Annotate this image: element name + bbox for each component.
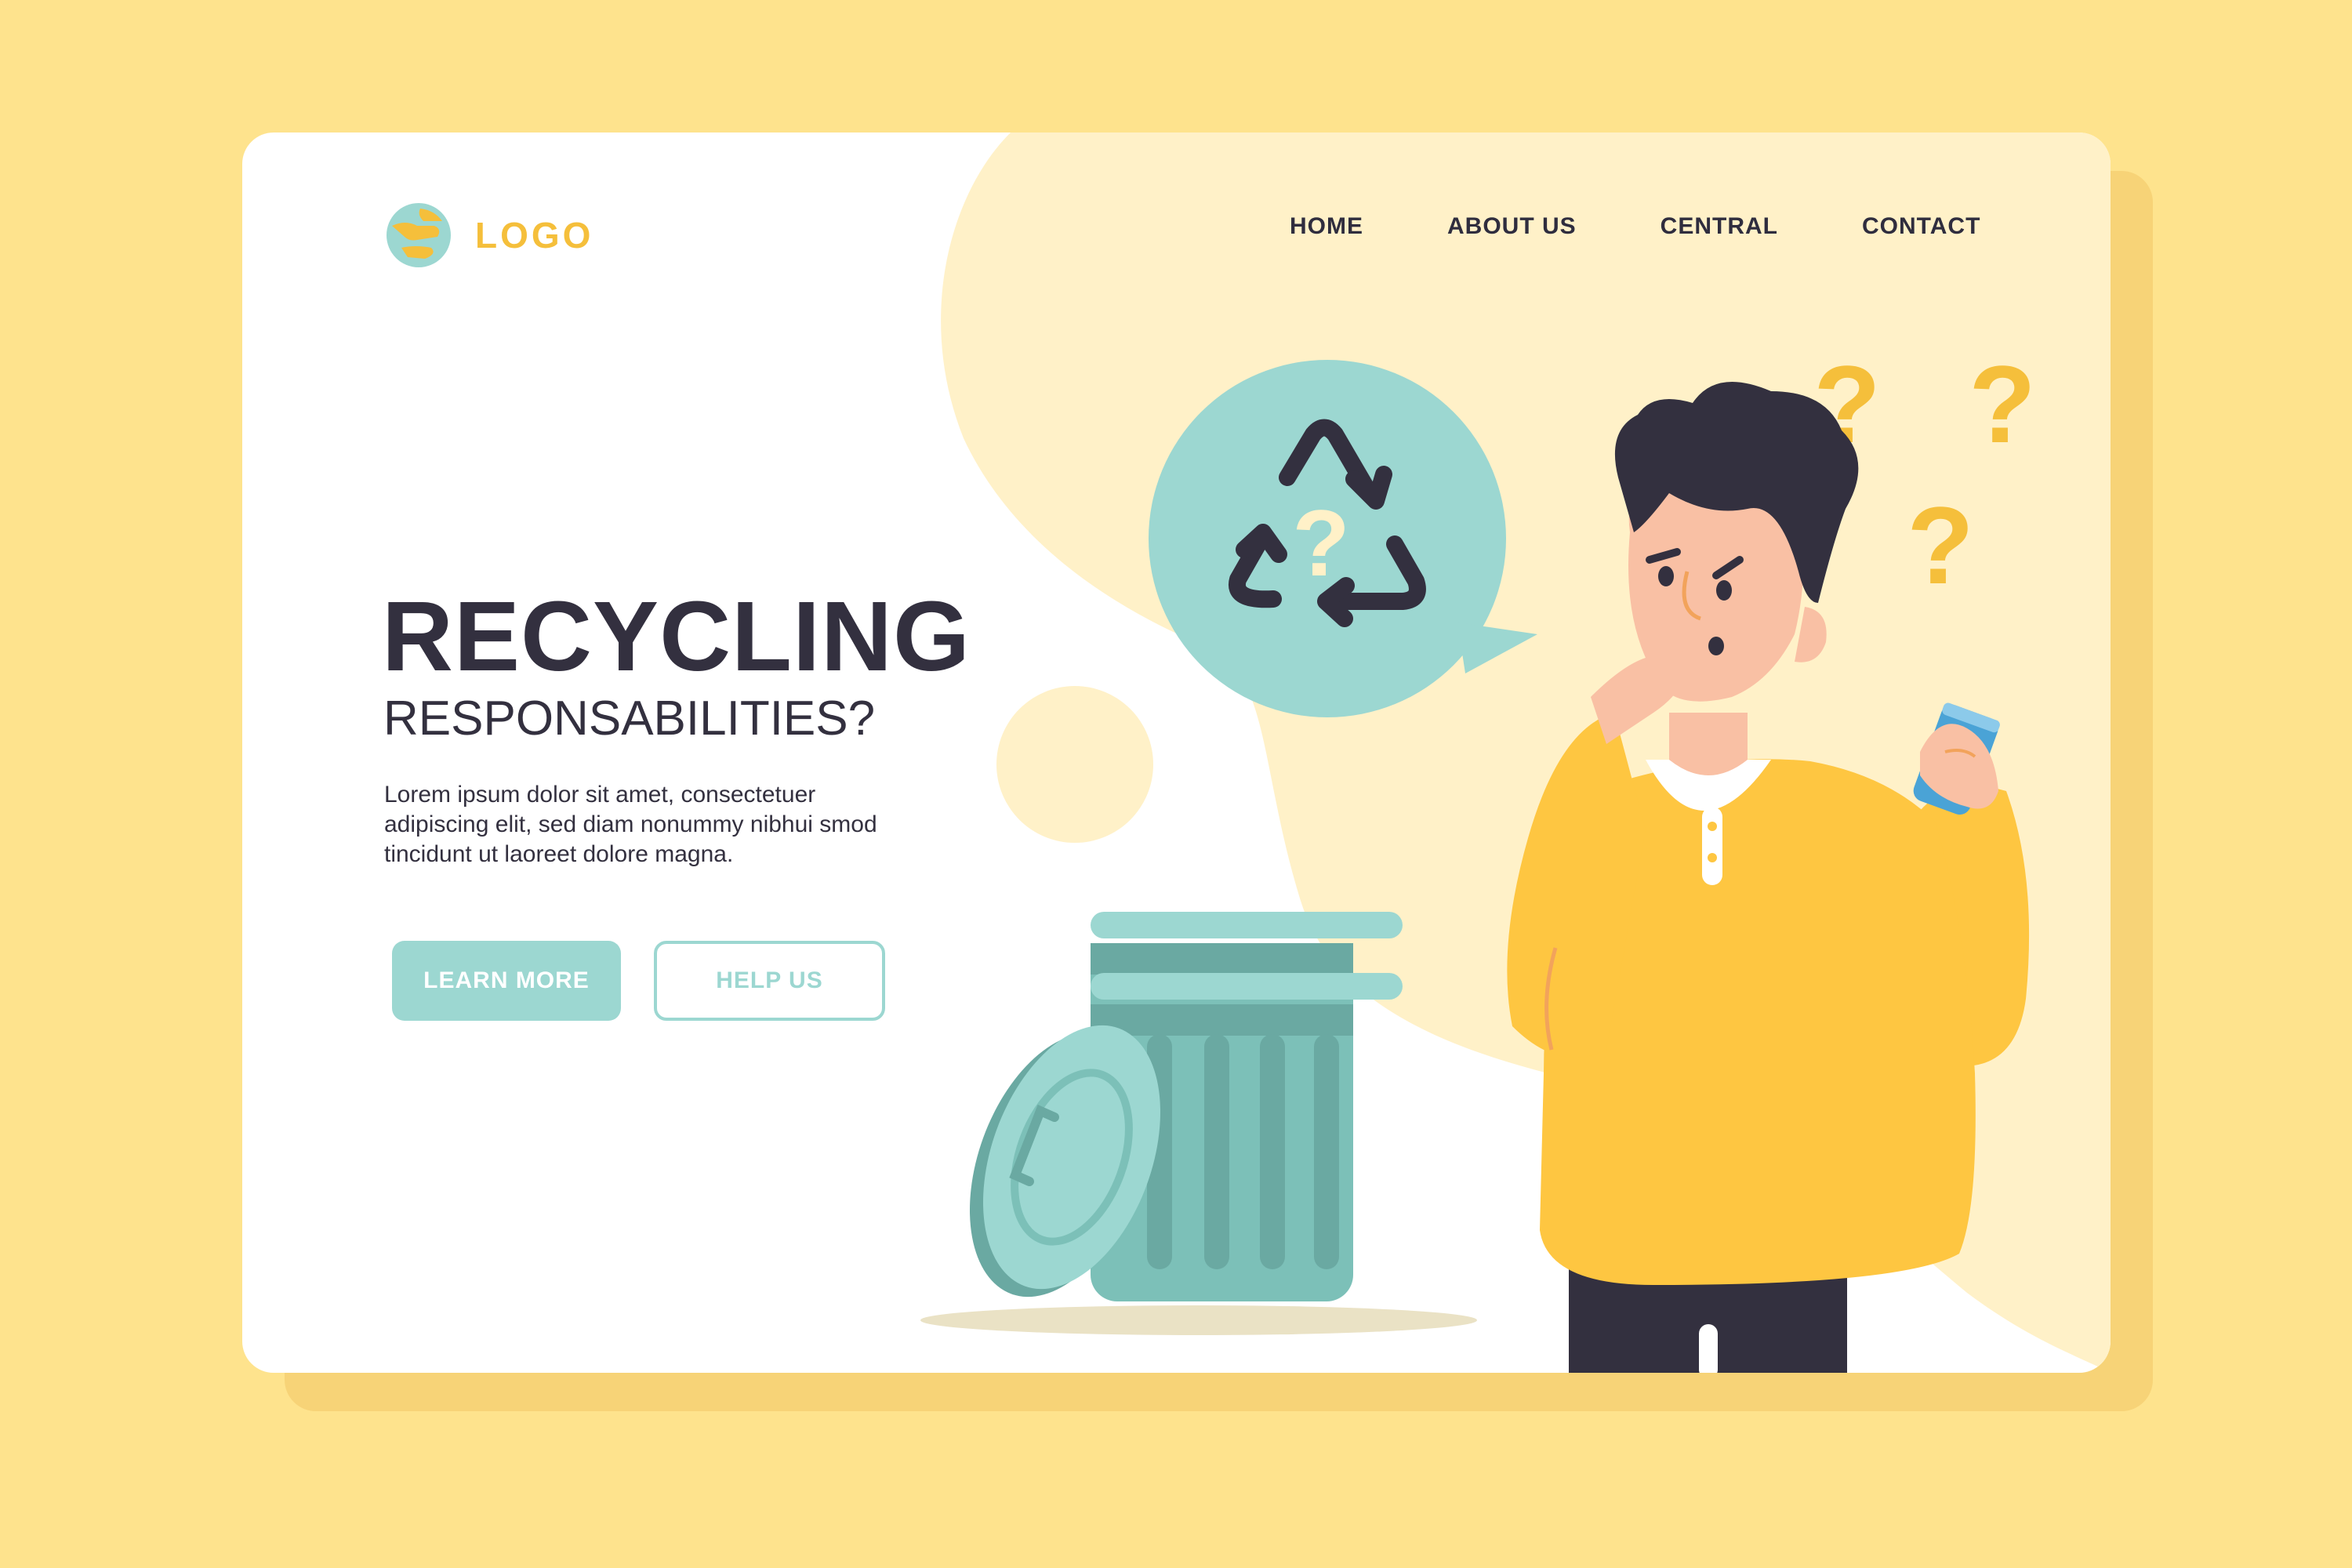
hero-body-text: Lorem ipsum dolor sit amet, consectetuer…: [384, 782, 877, 867]
question-mark-icon: ?: [1292, 491, 1349, 596]
nav-item-home[interactable]: HOME: [1290, 213, 1363, 240]
nav-item-central[interactable]: CENTRAL: [1661, 213, 1778, 240]
hero-illustration: ? ? ? ?: [920, 132, 2111, 1373]
globe-logo-icon: [387, 203, 451, 267]
top-nav: HOME ABOUT US CENTRAL CONTACT: [1290, 213, 1980, 240]
help-us-button[interactable]: HELP US: [654, 941, 885, 1021]
question-mark-icon: ?: [1969, 343, 2036, 466]
learn-more-button[interactable]: LEARN MORE: [392, 941, 621, 1021]
question-mark-icon: ?: [1907, 484, 1974, 607]
trash-can-icon: [920, 912, 1477, 1335]
decor-circle: [996, 686, 1153, 843]
landing-card: ? ? ? ? LOGO HOME ABOUT US CENTRAL CONTA…: [242, 132, 2111, 1373]
hero-title: RECYCLING: [382, 581, 971, 691]
logo-text: LOGO: [475, 215, 594, 256]
logo[interactable]: LOGO: [386, 202, 593, 268]
nav-item-about-us[interactable]: ABOUT US: [1447, 213, 1577, 240]
hero-subtitle: RESPONSABILITIES?: [383, 691, 876, 746]
nav-item-contact[interactable]: CONTACT: [1862, 213, 1980, 240]
